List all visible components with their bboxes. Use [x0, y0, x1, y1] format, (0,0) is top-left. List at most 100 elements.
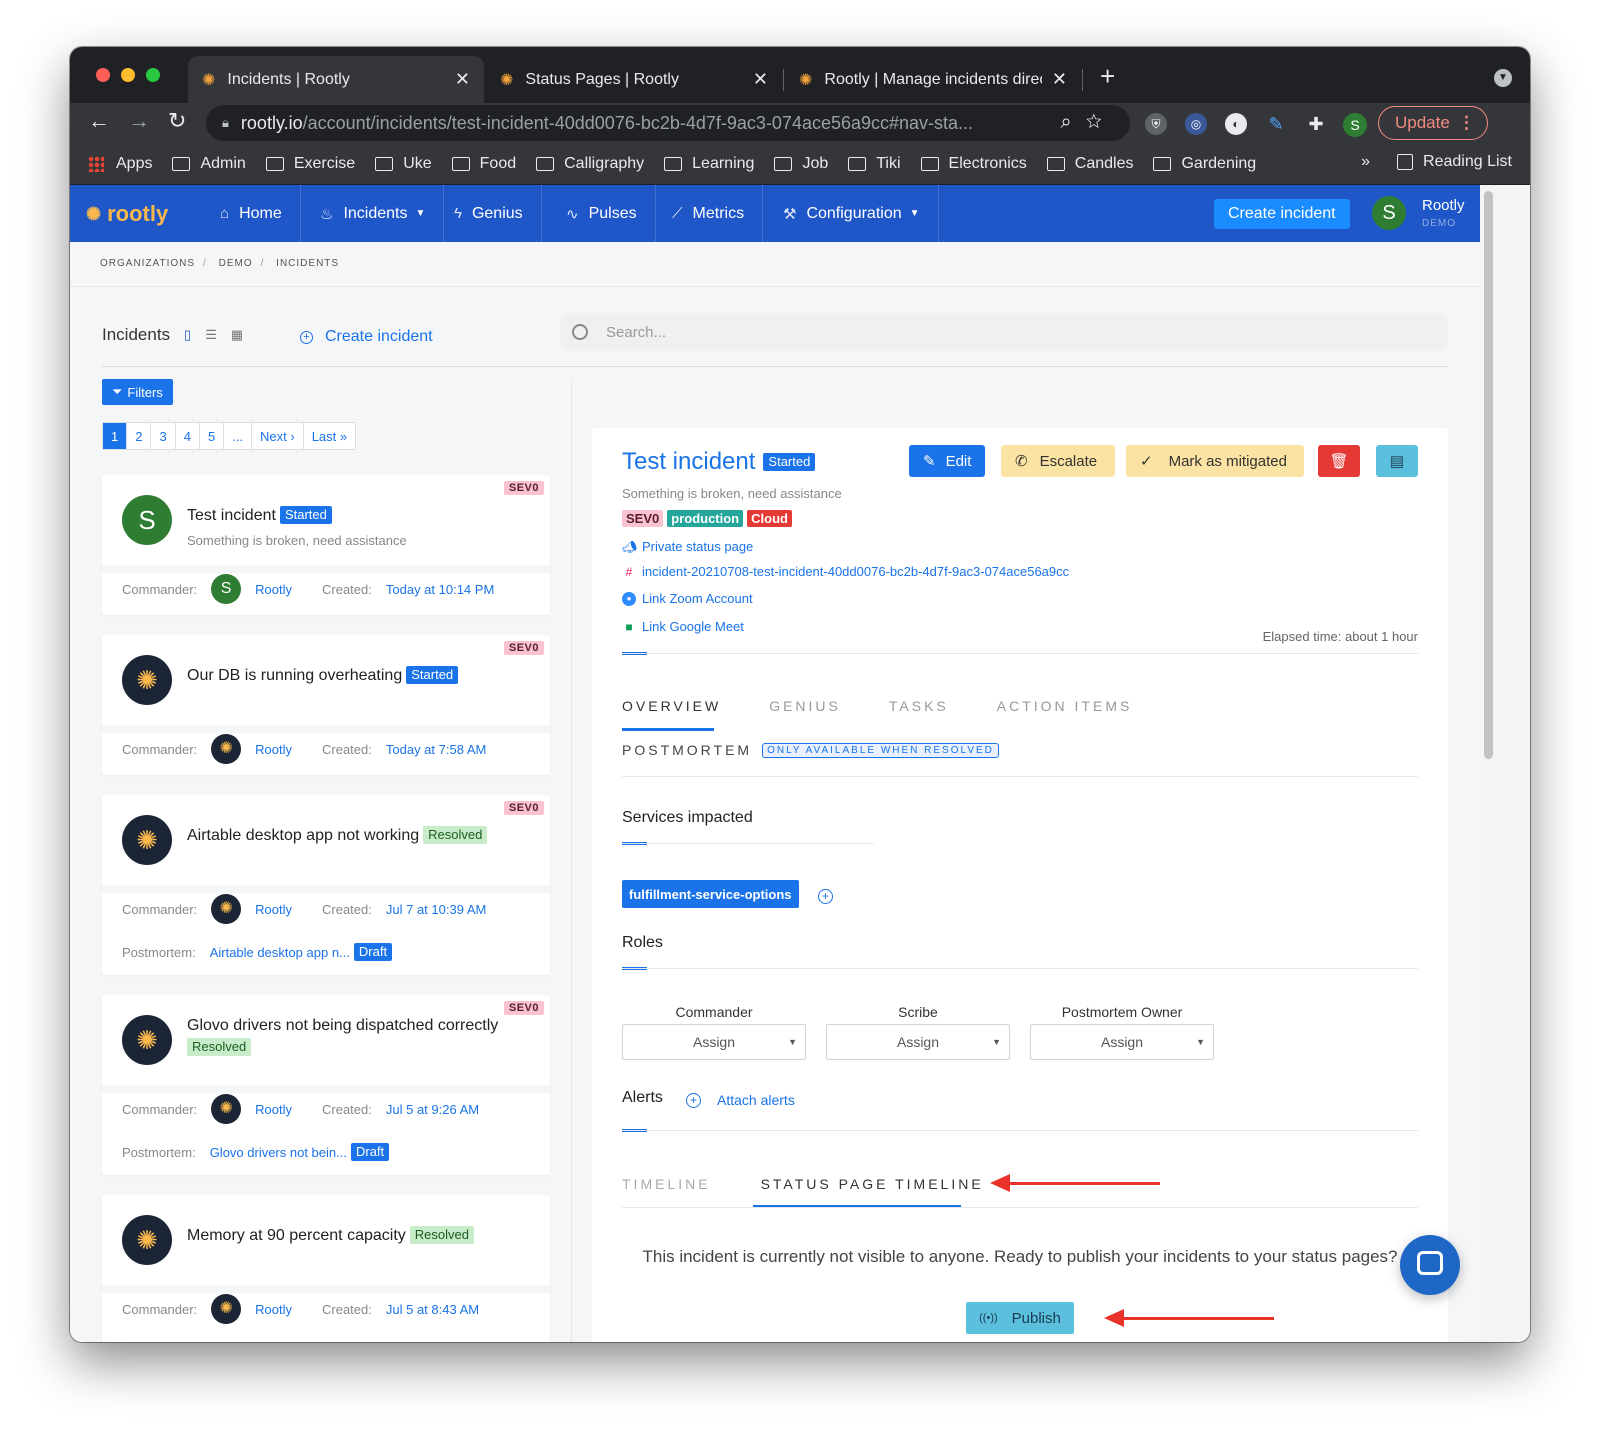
create-incident-link[interactable]: + Create incident: [300, 328, 433, 346]
attach-alerts-link[interactable]: + Attach alerts: [686, 1092, 795, 1108]
tab-genius[interactable]: GENIUS: [769, 698, 841, 714]
nav-home[interactable]: ⌂ Home: [202, 185, 301, 242]
bookmark-folder[interactable]: Exercise: [265, 155, 355, 173]
page-next[interactable]: Next ›: [252, 423, 304, 449]
calendar-view-icon[interactable]: ▦: [231, 327, 243, 343]
bookmark-folder[interactable]: Uke: [375, 155, 432, 173]
bookmark-folder[interactable]: Learning: [664, 155, 754, 173]
export-button[interactable]: ▤: [1376, 445, 1418, 477]
tab-overview[interactable]: OVERVIEW: [622, 698, 721, 714]
link-zoom-account[interactable]: ● Link Zoom Account: [622, 591, 753, 606]
back-icon[interactable]: ←: [88, 108, 110, 134]
browser-tab-status-pages[interactable]: ✺ Status Pages | Rootly ✕: [486, 56, 782, 103]
breadcrumb-demo[interactable]: DEMO: [219, 258, 253, 269]
filters-button[interactable]: ⏷ Filters: [102, 379, 173, 405]
bookmark-folder[interactable]: Calligraphy: [536, 155, 644, 173]
publish-button[interactable]: ((•)) Publish: [966, 1302, 1074, 1334]
service-tag[interactable]: fulfillment-service-options: [622, 880, 799, 908]
browser-tab-incidents[interactable]: ✺ Incidents | Rootly ✕: [188, 56, 484, 103]
bookmark-folder[interactable]: Electronics: [920, 155, 1027, 173]
incident-card[interactable]: ✺ Memory at 90 percent capacity Resolved …: [102, 1195, 550, 1342]
scrollbar-thumb[interactable]: [1484, 191, 1493, 759]
tab-postmortem[interactable]: POSTMORTEM ONLY AVAILABLE WHEN RESOLVED: [622, 742, 999, 758]
bookmark-folder[interactable]: Tiki: [848, 155, 901, 173]
nav-genius[interactable]: ϟ Genius: [436, 185, 542, 242]
extension-icon[interactable]: ◎: [1185, 113, 1207, 135]
reload-icon[interactable]: ↻: [168, 108, 186, 134]
page-scrollbar[interactable]: [1480, 185, 1530, 1342]
bookmark-folder[interactable]: Admin: [172, 155, 246, 173]
rootly-logo[interactable]: ✺ rootly: [86, 201, 168, 227]
forward-icon[interactable]: →: [128, 108, 150, 134]
page-1[interactable]: 1: [103, 423, 128, 449]
add-service-icon[interactable]: +: [818, 889, 833, 904]
puzzle-extensions-icon[interactable]: ✚: [1305, 113, 1327, 135]
extension-icon[interactable]: ✎: [1265, 113, 1287, 135]
incident-card[interactable]: SEV0 ✺ Airtable desktop app not working R…: [102, 795, 550, 975]
escalate-button[interactable]: ✆ Escalate: [1001, 445, 1115, 477]
page-4[interactable]: 4: [176, 423, 200, 449]
bookmark-folder[interactable]: Food: [451, 155, 516, 173]
org-name[interactable]: Rootly: [1422, 197, 1465, 214]
postmortem-owner-select[interactable]: Assign ▼: [1030, 1024, 1214, 1060]
zoom-and-bookmark-icons[interactable]: ⌕☆: [1060, 111, 1116, 134]
postmortem-link[interactable]: Airtable desktop app n...: [210, 945, 350, 960]
reading-list-button[interactable]: Reading List: [1397, 153, 1512, 171]
bookmark-folder[interactable]: Job: [774, 155, 828, 173]
commander-link[interactable]: Rootly: [255, 742, 292, 757]
tab-tasks[interactable]: TASKS: [889, 698, 949, 714]
browser-tab-rootly-manage[interactable]: ✺ Rootly | Manage incidents direc ✕: [785, 56, 1081, 103]
profile-avatar[interactable]: S: [1343, 113, 1367, 137]
commander-link[interactable]: Rootly: [255, 1302, 292, 1317]
close-tab-icon[interactable]: ✕: [753, 69, 768, 90]
minimize-window-button[interactable]: [121, 68, 135, 82]
commander-select[interactable]: Assign ▼: [622, 1024, 806, 1060]
tab-action-items[interactable]: ACTION ITEMS: [997, 698, 1133, 714]
page-3[interactable]: 3: [151, 423, 176, 449]
create-incident-button[interactable]: Create incident: [1214, 199, 1350, 229]
bookmark-folder[interactable]: Gardening: [1153, 155, 1256, 173]
edit-button[interactable]: ✎ Edit: [909, 445, 986, 477]
split-view-icon[interactable]: ▯: [184, 327, 191, 343]
bookmarks-overflow-button[interactable]: »: [1361, 153, 1370, 171]
close-window-button[interactable]: [96, 68, 110, 82]
breadcrumb-incidents[interactable]: INCIDENTS: [276, 258, 339, 269]
nav-pulses[interactable]: ∿ Pulses: [548, 185, 656, 242]
user-avatar[interactable]: S: [1372, 196, 1406, 230]
slack-channel-link[interactable]: # incident-20210708-test-incident-40dd007…: [622, 564, 1069, 579]
ublock-extension-icon[interactable]: ⛨: [1145, 113, 1167, 135]
incident-card[interactable]: SEV0 S Test incident Started Something is…: [102, 475, 550, 615]
page-5[interactable]: 5: [200, 423, 225, 449]
page-2[interactable]: 2: [127, 423, 152, 449]
mark-mitigated-button[interactable]: ✓ Mark as mitigated: [1126, 445, 1304, 477]
bookmark-folder[interactable]: Candles: [1046, 155, 1133, 173]
delete-button[interactable]: 🗑︎: [1318, 445, 1360, 477]
commander-link[interactable]: Rootly: [255, 902, 292, 917]
extension-icon[interactable]: ◐: [1225, 113, 1247, 135]
chat-widget-button[interactable]: [1400, 1235, 1460, 1295]
address-bar[interactable]: 🔒︎ rootly.io/account/incidents/test-inci…: [206, 105, 1130, 141]
incident-card[interactable]: SEV0 ✺ Our DB is running overheating Star…: [102, 635, 550, 775]
postmortem-link[interactable]: Glovo drivers not bein...: [210, 1145, 347, 1160]
maximize-window-button[interactable]: [146, 68, 160, 82]
commander-link[interactable]: Rootly: [255, 582, 292, 597]
nav-configuration[interactable]: ⚒ Configuration ▼: [765, 185, 939, 242]
breadcrumb-organizations[interactable]: ORGANIZATIONS: [100, 258, 195, 269]
incident-card[interactable]: SEV0 ✺ Glovo drivers not being dispatche…: [102, 995, 550, 1175]
update-button[interactable]: Update ⋮: [1378, 106, 1488, 140]
link-google-meet[interactable]: ■ Link Google Meet: [622, 619, 744, 634]
commander-link[interactable]: Rootly: [255, 1102, 292, 1117]
list-view-icon[interactable]: ☰: [205, 327, 217, 343]
tab-status-page-timeline[interactable]: STATUS PAGE TIMELINE: [761, 1176, 984, 1192]
search-input[interactable]: Search...: [560, 313, 1448, 351]
page-last[interactable]: Last »: [304, 423, 355, 449]
close-tab-icon[interactable]: ✕: [455, 69, 470, 90]
tab-search-icon[interactable]: ▼: [1494, 69, 1512, 87]
scribe-select[interactable]: Assign ▼: [826, 1024, 1010, 1060]
bookmark-apps[interactable]: Apps: [88, 155, 152, 173]
tab-timeline[interactable]: TIMELINE: [622, 1176, 711, 1192]
close-tab-icon[interactable]: ✕: [1052, 69, 1067, 90]
new-tab-button[interactable]: +: [1100, 61, 1115, 92]
nav-incidents[interactable]: ♨ Incidents ▼: [302, 185, 445, 242]
private-status-page-link[interactable]: 📣︎ Private status page: [622, 539, 753, 554]
